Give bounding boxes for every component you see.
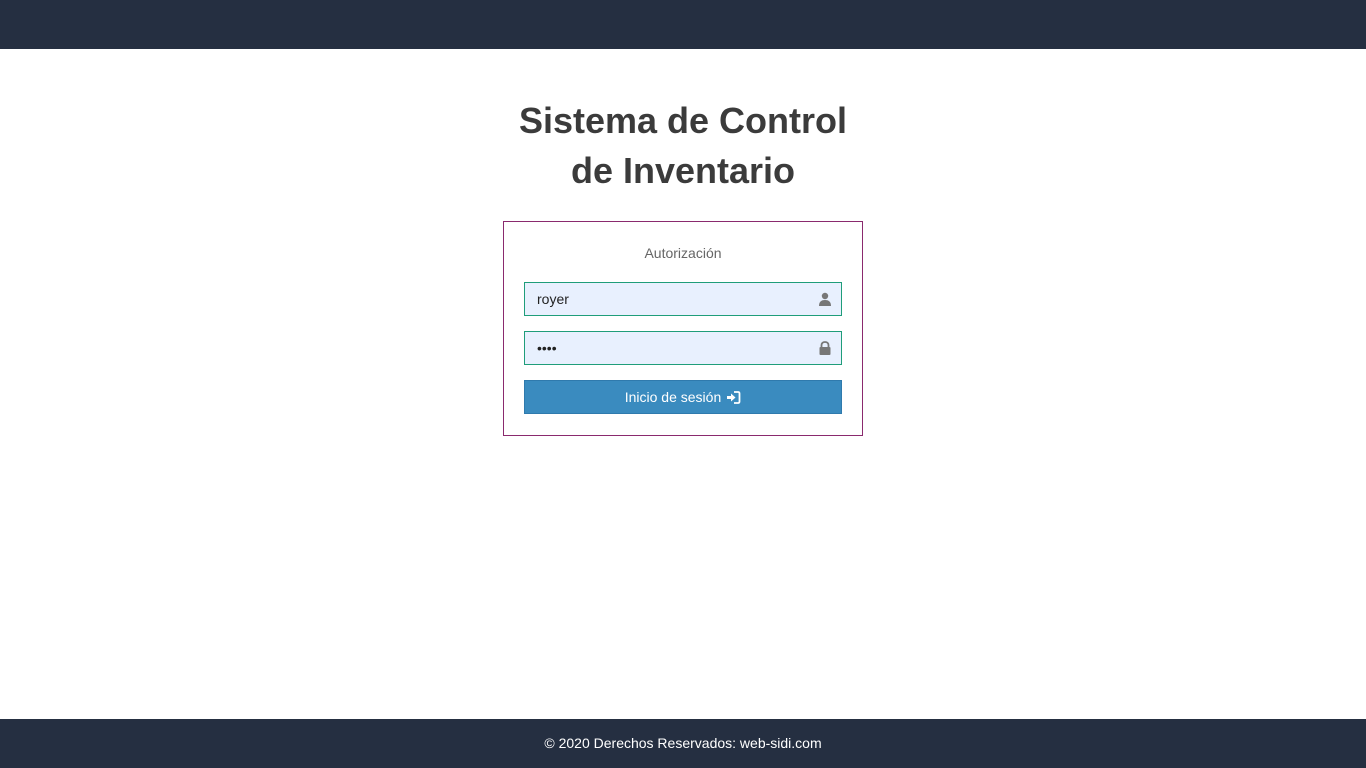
page-title: Sistema de Control de Inventario (0, 96, 1366, 196)
page-title-line-1: Sistema de Control (518, 100, 848, 141)
login-button[interactable]: Inicio de sesión (524, 380, 842, 414)
sign-in-icon (727, 390, 741, 404)
username-field-wrapper (524, 282, 842, 316)
top-navbar (0, 0, 1366, 49)
password-field-wrapper (524, 331, 842, 365)
footer: © 2020 Derechos Reservados: web-sidi.com (0, 719, 1366, 768)
page-title-line-2: de Inventario (570, 150, 796, 191)
footer-copyright: © 2020 Derechos Reservados: web-sidi.com (544, 735, 822, 751)
login-button-label: Inicio de sesión (624, 389, 722, 405)
login-form: Autorización Inicio de sesión (503, 221, 863, 436)
user-icon (819, 292, 831, 306)
login-heading: Autorización (644, 245, 722, 261)
lock-icon (819, 341, 831, 355)
username-input[interactable] (525, 283, 811, 315)
password-input[interactable] (525, 332, 811, 364)
